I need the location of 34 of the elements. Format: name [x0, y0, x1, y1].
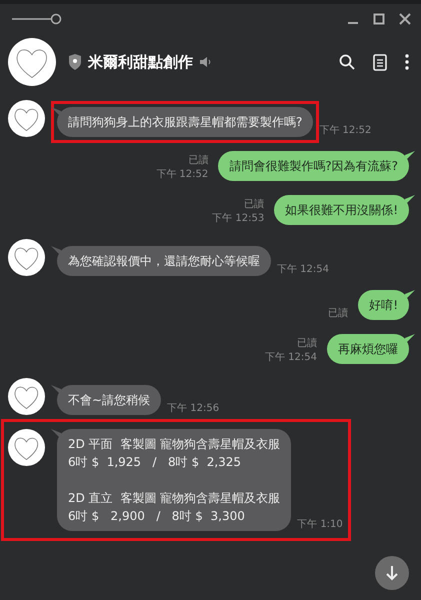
message-time: 下午 1:10 — [297, 518, 343, 531]
avatar-icon[interactable] — [8, 100, 45, 137]
avatar-icon[interactable] — [8, 239, 45, 276]
speaker-icon — [199, 56, 211, 68]
avatar-icon[interactable] — [8, 38, 56, 86]
message-bubble: 不會~請您稍候 — [57, 385, 162, 415]
message-bubble: 請問會很難製作嗎?因為有流蘇? — [218, 151, 409, 181]
notes-icon[interactable] — [373, 54, 387, 70]
more-icon[interactable] — [405, 54, 409, 70]
scroll-down-button[interactable] — [375, 556, 409, 590]
read-status: 已讀 — [188, 154, 208, 167]
read-status: 已讀 — [328, 306, 348, 320]
close-icon[interactable] — [399, 13, 411, 25]
message-bubble: 請問狗狗身上的衣服跟壽星帽都需要製作嗎? — [57, 107, 314, 137]
search-icon[interactable] — [339, 54, 355, 70]
message-time: 下午 12:54 — [277, 263, 329, 276]
avatar-icon[interactable] — [8, 378, 45, 415]
message-time: 下午 12:53 — [212, 212, 264, 225]
chat-title: 米爾利甜點創作 — [88, 52, 193, 72]
maximize-icon[interactable] — [373, 13, 385, 25]
message-time: 下午 12:52 — [156, 168, 208, 181]
shield-icon — [68, 54, 82, 70]
message-bubble: 好唷! — [358, 290, 409, 320]
message-time: 下午 12:52 — [319, 124, 372, 137]
message-bubble: 再麻煩您囉 — [327, 334, 409, 364]
message-bubble: 2D 平面 客製圖 寵物狗含壽星帽及衣服 6吋 $ 1,925 / 8吋 $ 2,325 2D 直立 客製圖 寵物狗含壽星帽及衣服 6吋 $ 2,900 / 8吋 $ 3,300 — [57, 429, 292, 531]
message-bubble: 如果很難不用沒關係! — [274, 195, 409, 225]
message-bubble: 為您確認報價中，還請您耐心等候喔 — [57, 246, 271, 276]
read-status: 已讀 — [244, 198, 264, 211]
pin-icon[interactable] — [12, 12, 62, 26]
read-status: 已讀 — [297, 336, 317, 350]
message-time: 下午 12:54 — [265, 351, 317, 364]
message-time: 下午 12:56 — [167, 402, 220, 415]
avatar-icon[interactable] — [8, 429, 45, 466]
